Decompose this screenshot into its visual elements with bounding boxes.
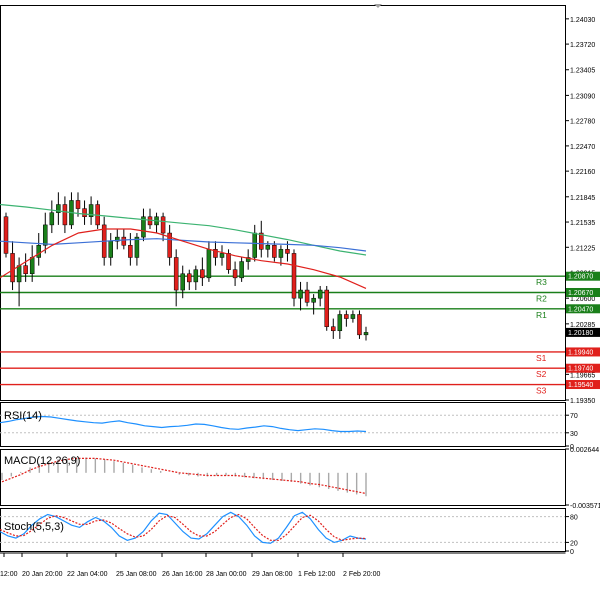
rsi-tick-label: 30: [570, 431, 578, 438]
current-price-label: 1.20180: [568, 330, 593, 337]
candle-body: [10, 253, 15, 283]
candle-body: [193, 269, 199, 283]
time-tick-label: 28 Jan 00:00: [206, 571, 247, 578]
time-tick-label: 12:00: [0, 571, 18, 578]
macd-tick-label: 0.002644: [570, 447, 599, 454]
candle-body: [134, 236, 140, 258]
price-tick-label: 1.24030: [570, 17, 595, 24]
macd-pane-frame: [0, 449, 566, 506]
level-label-r1: R1: [536, 310, 547, 320]
price-tick-label: 1.22160: [570, 169, 595, 176]
candle-body: [3, 216, 9, 254]
level-price-label-r1: 1.20470: [568, 306, 593, 313]
candle-body: [272, 245, 277, 258]
candle-body: [291, 253, 297, 299]
candle-body: [265, 245, 271, 250]
time-tick-label: 26 Jan 16:00: [162, 571, 203, 578]
candle-body: [226, 253, 231, 270]
level-label-s3: S3: [536, 386, 547, 396]
stoch-tick-label: 80: [570, 515, 578, 522]
candle-body: [331, 326, 336, 332]
candle-body: [285, 249, 290, 254]
candle-body: [357, 314, 362, 336]
candle-body: [160, 216, 166, 234]
price-tick-label: 1.21535: [570, 220, 595, 227]
price-tick-label: 1.20285: [570, 322, 595, 329]
rsi-indicator-label: RSI(14): [4, 410, 42, 422]
level-price-label-r3: 1.20870: [568, 274, 593, 281]
candle-body: [317, 289, 323, 299]
stoch-tick-label: 20: [570, 540, 578, 547]
time-tick-label: 25 Jan 08:00: [116, 571, 157, 578]
candle-body: [311, 297, 316, 303]
macd-tick-label: -0.003571: [570, 503, 600, 510]
rsi-tick-label: 70: [570, 413, 578, 420]
candle-body: [121, 236, 127, 246]
candle-body: [75, 200, 81, 209]
stoch-indicator-label: Stoch(5,5,3): [4, 521, 64, 533]
candle-body: [337, 314, 343, 332]
candle-body: [23, 265, 28, 275]
candle-body: [187, 273, 192, 283]
price-tick-label: 1.23090: [570, 93, 595, 100]
main-pane-frame: [0, 5, 566, 401]
candle-body: [363, 332, 369, 336]
candle-body: [180, 273, 185, 291]
candle-body: [206, 249, 212, 279]
price-tick-label: 1.21845: [570, 195, 595, 202]
time-tick-label: 2 Feb 20:00: [343, 571, 380, 578]
level-price-label-s3: 1.19540: [568, 382, 593, 389]
candle-body: [324, 289, 329, 327]
candle-body: [344, 314, 349, 319]
time-tick-label: 20 Jan 20:00: [22, 571, 63, 578]
price-tick-label: 1.21225: [570, 245, 595, 252]
price-tick-label: 1.22780: [570, 119, 595, 126]
stoch-tick-label: 0: [570, 549, 574, 556]
level-price-label-r2: 1.20670: [568, 290, 593, 297]
candle-body: [239, 261, 244, 279]
level-label-s1: S1: [536, 353, 547, 363]
level-label-r2: R2: [536, 293, 547, 303]
candle-body: [350, 314, 356, 319]
candle-body: [173, 257, 179, 291]
trading-chart-window: 1.24030 1.23720 1.23405 1.23090 1.22780 1.224…: [0, 0, 600, 584]
candle-body: [252, 232, 257, 258]
candle-body: [298, 289, 303, 299]
stoch-pane-frame: [0, 508, 566, 552]
price-tick-label: 1.23720: [570, 42, 595, 49]
price-tick-label: 1.19350: [570, 398, 595, 405]
candle-body: [49, 212, 55, 226]
level-label-r3: R3: [536, 277, 547, 287]
level-label-s2: S2: [536, 369, 547, 379]
time-tick-label: 29 Jan 08:00: [252, 571, 293, 578]
time-tick-label: 22 Jan 04:00: [67, 571, 108, 578]
candle-body: [29, 257, 35, 275]
candle-body: [200, 269, 205, 279]
candle-body: [16, 265, 22, 283]
candle-body: [232, 269, 238, 279]
macd-indicator-label: MACD(12,26,9): [4, 455, 80, 467]
chart-canvas[interactable]: 1.24030 1.23720 1.23405 1.23090 1.22780 1.224…: [0, 0, 600, 584]
candle-body: [128, 245, 133, 258]
candle-body: [62, 204, 68, 226]
candle-body: [43, 224, 48, 246]
level-price-label-s2: 1.19740: [568, 366, 593, 373]
level-price-label-s1: 1.19940: [568, 349, 593, 356]
price-tick-label: 1.22470: [570, 144, 595, 151]
candle-body: [219, 253, 225, 258]
rsi-pane-frame: [0, 402, 566, 447]
candle-body: [82, 208, 87, 218]
price-tick-label: 1.23405: [570, 68, 595, 75]
candle-body: [36, 245, 41, 258]
candle-body: [278, 249, 284, 258]
time-tick-label: 1 Feb 12:00: [298, 571, 335, 578]
price-tick-label: 1.20600: [570, 296, 595, 303]
price-tick-label: 1.19665: [570, 372, 595, 379]
candle-body: [304, 289, 310, 303]
candle-body: [108, 240, 113, 258]
